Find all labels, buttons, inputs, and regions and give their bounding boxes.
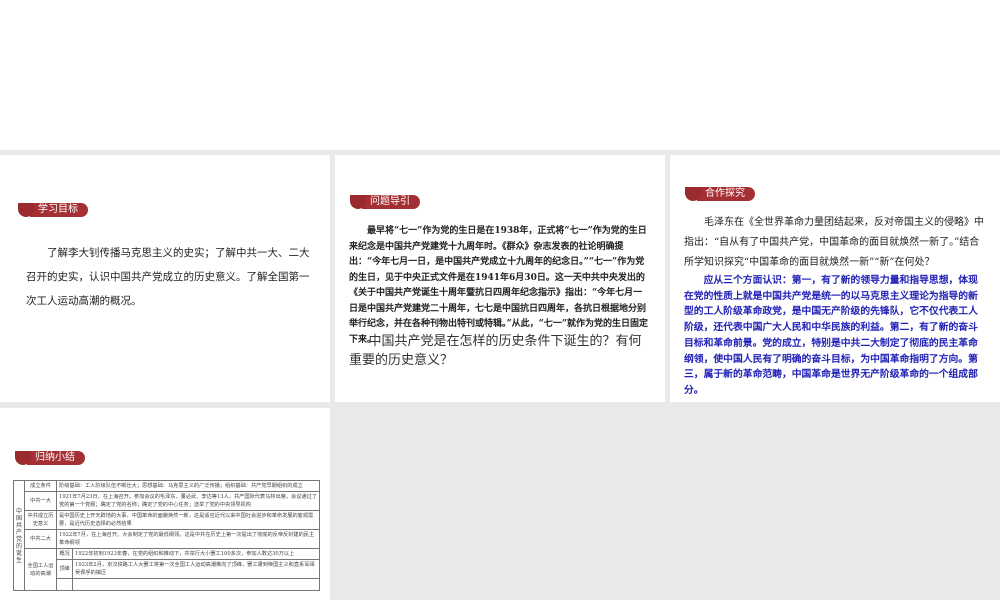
tag-label: 合作探究 — [697, 187, 755, 201]
section-tag: 合作探究 — [685, 187, 755, 201]
row-content: 阶级基础：工人阶级队伍不断壮大；思想基础：马克思主义的广泛传播；组织基础：共产党… — [56, 480, 320, 492]
top-blank-area — [0, 0, 1000, 150]
goals-text: 了解李大钊传播马克思主义的史实；了解中共一大、二大召开的史实，认识中国共产党成立… — [26, 247, 310, 307]
section-tag: 归纳小结 — [15, 451, 85, 465]
row-content: 1923年2月，京汉铁路工人大罢工将第一次全国工人运动高潮推向了顶峰，罢工遭到帝… — [72, 559, 320, 579]
table-row — [14, 578, 320, 591]
panel-question-guide: 问题导引 最早将“七一”作为党的生日是在1938年，正式将“七一”作为党的生日来… — [335, 155, 665, 402]
row-content: 1922年7月，在上海召开。大会制定了党的最低纲领。这是中共在历史上第一次提出了… — [56, 529, 320, 549]
row-header: 中共一大 — [24, 491, 58, 511]
sub-header: 概况 — [56, 548, 74, 560]
table-row: 中共成立历史意义 是中国历史上开天辟地的大事，中国革命的面貌焕然一新，这是适应近代… — [14, 510, 320, 530]
material-text: 最早将“七一”作为党的生日是在1938年，正式将“七一”作为党的生日来纪念是中国… — [349, 226, 649, 345]
question-text: 中国共产党是在怎样的历史条件下诞生的？有何重要的历史意义？ — [349, 334, 642, 368]
row-content: 1921年7月23日，在上海召开。参加会议的毛泽东、董必武、李达等13人，共产国… — [56, 491, 320, 511]
table-row: 顶峰 1923年2月，京汉铁路工人大罢工将第一次全国工人运动高潮推向了顶峰，罢工遭… — [14, 559, 320, 579]
summary-table: 中国共产党的诞生 成立条件 阶级基础：工人阶级队伍不断壮大；思想基础：马克思主义的广… — [12, 480, 320, 591]
tag-label: 学习目标 — [30, 203, 88, 217]
panel-learning-goals: 学习目标 了解李大钊传播马克思主义的史实；了解中共一大、二大召开的史实，认识中国… — [0, 155, 330, 402]
section-tag: 问题导引 — [350, 195, 420, 209]
row-header: 全国工人运动的高潮 — [24, 548, 58, 591]
sub-header: 顶峰 — [56, 559, 74, 579]
tag-label: 归纳小结 — [27, 451, 85, 465]
table-row: 中共一大 1921年7月23日，在上海召开。参加会议的毛泽东、董必武、李达等13人… — [14, 491, 320, 511]
table-row: 中国共产党的诞生 成立条件 阶级基础：工人阶级队伍不断壮大；思想基础：马克思主义的广… — [12, 480, 320, 591]
section-tag: 学习目标 — [18, 203, 88, 217]
table-row: 全国工人运动的高潮 概况 1922年初到1923年春，在党的组织和推动下，共举行大小… — [14, 548, 320, 591]
row-header: 成立条件 — [24, 480, 58, 492]
side-header: 中国共产党的诞生 — [12, 480, 26, 591]
row-header: 中共二大 — [24, 529, 58, 549]
row-content: 1922年初到1923年春，在党的组织和推动下，共举行大小罢工100多次，参加人… — [72, 548, 320, 560]
answer-text: 应从三个方面认识：第一，有了新的领导力量和指导思想，体现在党的性质上就是中国共产… — [684, 275, 978, 396]
table-row: 中共二大 1922年7月，在上海召开。大会制定了党的最低纲领。这是中共在历史上第一… — [14, 529, 320, 549]
panel-cooperative-inquiry: 合作探究 毛泽东在《全世界革命力量团结起来，反对帝国主义的侵略》中指出：“自从有… — [670, 155, 1000, 402]
inquiry-text: 毛泽东在《全世界革命力量团结起来，反对帝国主义的侵略》中指出：“自从有了中国共产… — [684, 217, 984, 268]
row-content: 是中国历史上开天辟地的大事，中国革命的面貌焕然一新，这是适应近代以来中国社会进步… — [56, 510, 320, 530]
tag-label: 问题导引 — [362, 195, 420, 209]
row-header: 中共成立历史意义 — [24, 510, 58, 530]
